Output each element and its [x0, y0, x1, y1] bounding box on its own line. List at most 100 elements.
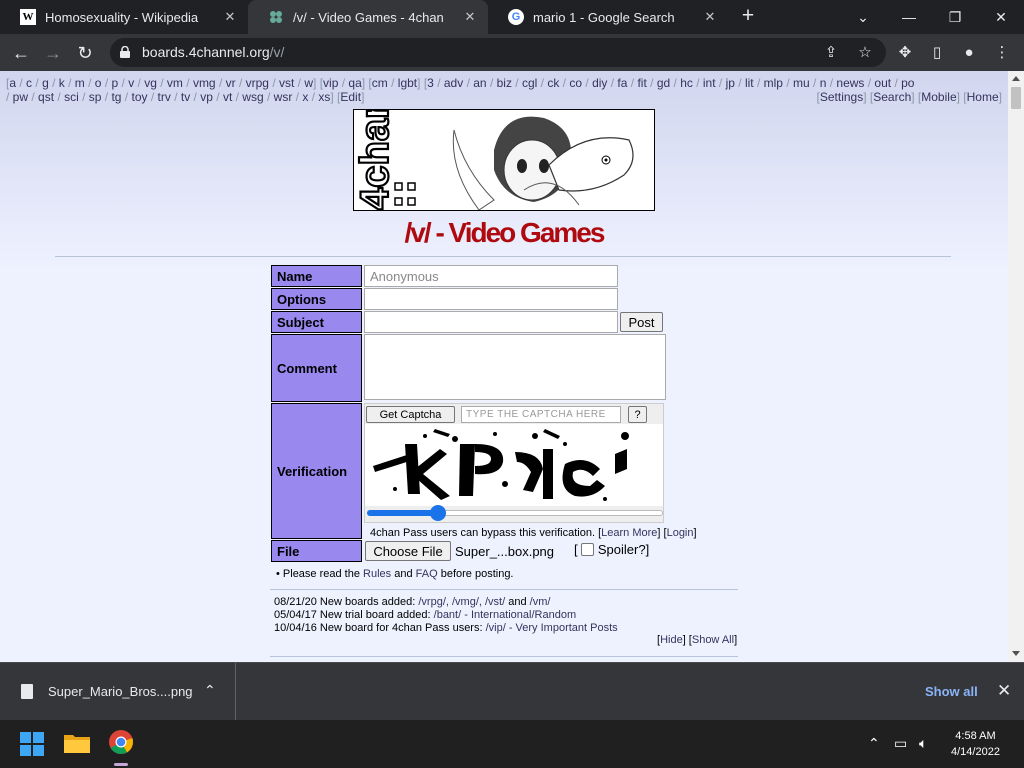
chrome-icon[interactable]	[108, 729, 134, 755]
board-link-a[interactable]: a	[9, 76, 16, 90]
nav-link-home[interactable]: Home	[967, 90, 999, 104]
board-link-wsg[interactable]: wsg	[242, 90, 263, 104]
comment-textarea[interactable]	[364, 334, 666, 400]
show-all-news-link[interactable]: Show All	[692, 634, 734, 646]
board-link-fa[interactable]: fa	[617, 76, 627, 90]
board-link-tv[interactable]: tv	[181, 90, 190, 104]
board-link-ck[interactable]: ck	[547, 76, 559, 90]
menu-kebab-icon[interactable]: ⋮	[990, 41, 1014, 65]
extensions-puzzle-icon[interactable]: ✥	[893, 41, 917, 65]
nav-link-search[interactable]: Search	[873, 90, 911, 104]
download-item[interactable]: Super_Mario_Bros....png ⌃	[0, 663, 236, 721]
show-hidden-icons-chevron-icon[interactable]: ⌃	[868, 735, 880, 752]
captcha-help-button[interactable]: ?	[628, 406, 647, 423]
board-link-adv[interactable]: adv	[444, 76, 463, 90]
board-link-an[interactable]: an	[473, 76, 486, 90]
board-link-biz[interactable]: biz	[497, 76, 512, 90]
board-link-diy[interactable]: diy	[592, 76, 607, 90]
address-bar[interactable]: boards.4channel.org/v/ ⇪ ☆	[110, 38, 886, 67]
board-link-gd[interactable]: gd	[657, 76, 670, 90]
board-link-news[interactable]: news	[836, 76, 864, 90]
board-link-sp[interactable]: sp	[89, 90, 102, 104]
nav-link-settings[interactable]: Settings	[820, 90, 863, 104]
learn-more-link[interactable]: Learn More	[601, 527, 657, 539]
board-link-qa[interactable]: qa	[348, 76, 361, 90]
nav-link-mobile[interactable]: Mobile	[921, 90, 956, 104]
tab-google-search[interactable]: G mario 1 - Google Search ✕	[488, 0, 728, 34]
forward-button[interactable]: →	[40, 40, 66, 66]
board-link-cgl[interactable]: cgl	[522, 76, 537, 90]
board-link-vt[interactable]: vt	[223, 90, 232, 104]
profile-avatar-icon[interactable]: ●	[957, 41, 981, 65]
news-link[interactable]: /vm/	[530, 596, 551, 608]
board-link-vrpg[interactable]: vrpg	[246, 76, 269, 90]
edit-boards-link[interactable]: Edit	[340, 90, 361, 104]
minimize-button[interactable]: —	[894, 4, 924, 30]
board-link-mu[interactable]: mu	[793, 76, 810, 90]
board-link-o[interactable]: o	[95, 76, 102, 90]
close-icon[interactable]: ✕	[222, 9, 238, 25]
board-link-sci[interactable]: sci	[64, 90, 79, 104]
board-link-vg[interactable]: vg	[144, 76, 157, 90]
board-link-cm[interactable]: cm	[372, 76, 388, 90]
close-icon[interactable]: ✕	[702, 9, 718, 25]
hide-news-link[interactable]: Hide	[660, 634, 683, 646]
tab-search-chevron-icon[interactable]: ⌄	[848, 4, 878, 30]
board-link-v[interactable]: v	[128, 76, 134, 90]
board-link-mlp[interactable]: mlp	[764, 76, 783, 90]
name-input[interactable]: Anonymous	[364, 265, 618, 287]
board-link-c[interactable]: c	[26, 76, 32, 90]
share-icon[interactable]: ⇪	[820, 42, 842, 64]
chevron-up-icon[interactable]: ⌃	[204, 682, 216, 699]
board-link-lgbt[interactable]: lgbt	[398, 76, 417, 90]
board-link-vr[interactable]: vr	[226, 76, 236, 90]
board-link-xs[interactable]: xs	[318, 90, 330, 104]
scrollbar-thumb[interactable]	[1011, 87, 1021, 109]
board-link-out[interactable]: out	[874, 76, 891, 90]
options-input[interactable]	[364, 288, 618, 310]
tab-4chan-v[interactable]: /v/ - Video Games - 4chan ✕	[248, 0, 488, 34]
board-link-m[interactable]: m	[75, 76, 85, 90]
tab-wikipedia[interactable]: W Homosexuality - Wikipedia ✕	[0, 0, 248, 34]
news-link[interactable]: /vrpg/, /vmg/, /vst/	[418, 596, 505, 608]
subject-input[interactable]	[364, 311, 618, 333]
get-captcha-button[interactable]: Get Captcha	[366, 406, 455, 423]
board-link-vst[interactable]: vst	[279, 76, 294, 90]
taskbar-clock[interactable]: 4:58 AM 4/14/2022	[951, 728, 1000, 760]
board-link-vm[interactable]: vm	[167, 76, 183, 90]
bookmark-star-icon[interactable]: ☆	[854, 42, 876, 64]
board-link-w[interactable]: w	[304, 76, 313, 90]
board-link-p[interactable]: p	[112, 76, 119, 90]
captcha-input[interactable]: TYPE THE CAPTCHA HERE	[461, 406, 621, 423]
rules-link[interactable]: Rules	[363, 568, 391, 580]
scroll-down-arrow-icon[interactable]	[1012, 651, 1020, 656]
network-icon[interactable]: ▭	[894, 735, 907, 752]
close-icon[interactable]: ✕	[997, 681, 1011, 701]
board-link-trv[interactable]: trv	[158, 90, 171, 104]
lock-icon[interactable]	[120, 46, 130, 58]
board-link-k[interactable]: k	[59, 76, 65, 90]
board-link-vp[interactable]: vp	[200, 90, 213, 104]
board-link-3[interactable]: 3	[427, 76, 434, 90]
board-link-n[interactable]: n	[820, 76, 827, 90]
show-all-downloads-button[interactable]: Show all	[925, 684, 978, 699]
board-link-vip[interactable]: vip	[323, 76, 338, 90]
board-link-toy[interactable]: toy	[131, 90, 147, 104]
news-link[interactable]: /bant/ - International/Random	[434, 609, 576, 621]
close-icon[interactable]: ✕	[462, 9, 478, 25]
restore-button[interactable]: ❐	[940, 4, 970, 30]
spoiler-checkbox[interactable]	[581, 543, 595, 556]
post-button[interactable]: Post	[620, 312, 663, 332]
board-link-tg[interactable]: tg	[111, 90, 121, 104]
volume-icon[interactable]: 🔈︎	[919, 735, 927, 752]
page-scrollbar[interactable]	[1008, 71, 1024, 662]
board-link-vmg[interactable]: vmg	[193, 76, 216, 90]
captcha-slider-handle[interactable]	[430, 505, 447, 521]
board-link-co[interactable]: co	[569, 76, 582, 90]
scroll-up-arrow-icon[interactable]	[1012, 76, 1020, 81]
close-window-button[interactable]: ✕	[986, 4, 1016, 30]
board-link-qst[interactable]: qst	[38, 90, 54, 104]
board-link-pw[interactable]: pw	[13, 90, 28, 104]
board-link-fit[interactable]: fit	[637, 76, 646, 90]
login-link[interactable]: Login	[667, 527, 694, 539]
